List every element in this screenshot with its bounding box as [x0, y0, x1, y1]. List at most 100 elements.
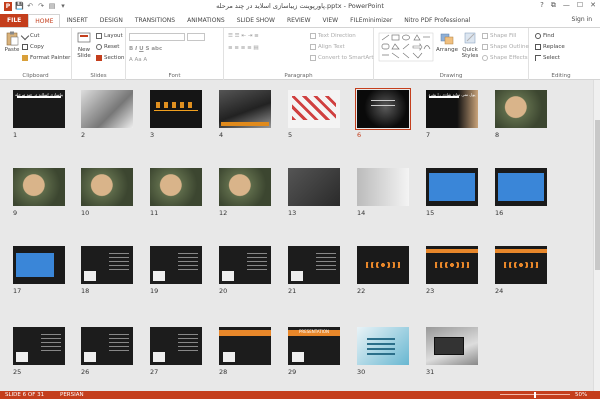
- maximize-icon[interactable]: ☐: [577, 1, 583, 10]
- shape-outline-button[interactable]: Shape Outline: [482, 43, 529, 51]
- layout-button[interactable]: Layout: [96, 32, 123, 40]
- new-slide-icon: [77, 32, 91, 43]
- slides-group-label: Slides: [90, 73, 107, 79]
- reset-button[interactable]: Reset: [96, 43, 119, 51]
- quick-styles-button[interactable]: Quick Styles: [460, 31, 480, 59]
- slide-thumbnail[interactable]: [219, 90, 271, 128]
- tab-view[interactable]: VIEW: [317, 14, 345, 27]
- slide-thumbnail[interactable]: [219, 246, 271, 284]
- font-size-combo[interactable]: [187, 33, 205, 41]
- replace-button[interactable]: Replace: [535, 43, 565, 51]
- select-button[interactable]: Select: [535, 54, 560, 62]
- slide-thumbnail[interactable]: [357, 246, 409, 284]
- slide-thumbnail[interactable]: [150, 168, 202, 206]
- bold-button[interactable]: B I U S abc: [129, 45, 162, 53]
- slide-thumbnail[interactable]: [13, 168, 65, 206]
- slide-number: 24: [495, 287, 504, 295]
- bullets-button[interactable]: ☰ ☰ ⇤ ⇥ ≡: [228, 32, 259, 40]
- tab-design[interactable]: DESIGN: [94, 14, 129, 27]
- slide-thumbnail[interactable]: زیباسازی اسلاید در چند مرحله: [13, 90, 65, 128]
- text-direction-button[interactable]: Text Direction: [310, 32, 356, 40]
- slide-thumbnail[interactable]: پول نمی تواند شادی را بخرد: [426, 90, 478, 128]
- slide-thumbnail[interactable]: [426, 246, 478, 284]
- slide-thumbnail[interactable]: [288, 246, 340, 284]
- slide-thumbnail[interactable]: [219, 327, 271, 365]
- tab-slide-show[interactable]: SLIDE SHOW: [231, 14, 281, 27]
- align-text-button[interactable]: Align Text: [310, 43, 345, 51]
- find-button[interactable]: Find: [535, 32, 554, 40]
- slide-title: پول نمی تواند شادی را بخرد: [428, 92, 476, 97]
- slide-thumbnail[interactable]: PRESENTATION: [288, 327, 340, 365]
- slide-number: 4: [219, 131, 224, 139]
- clipboard-group-label: Clipboard: [22, 73, 49, 79]
- slide-thumbnail[interactable]: [495, 90, 547, 128]
- slide-thumbnail[interactable]: [13, 327, 65, 365]
- slide-thumbnail[interactable]: [81, 90, 133, 128]
- window-controls: ? ⧉ — ☐ ✕: [540, 1, 596, 10]
- slide-number: 26: [81, 368, 90, 376]
- slide-number: 11: [150, 209, 159, 217]
- slide-thumbnail[interactable]: [495, 168, 547, 206]
- tab-file[interactable]: FILE: [0, 14, 29, 27]
- tab-transitions[interactable]: TRANSITIONS: [129, 14, 181, 27]
- ribbon-display-icon[interactable]: ⧉: [551, 1, 556, 10]
- help-icon[interactable]: ?: [540, 1, 544, 10]
- arrange-button[interactable]: Arrange: [436, 31, 458, 53]
- section-button[interactable]: Section: [96, 54, 124, 62]
- tab-animations[interactable]: ANIMATIONS: [181, 14, 231, 27]
- close-icon[interactable]: ✕: [590, 1, 596, 10]
- window-title: پاورپوینت زیباسازی اسلاید در چند مرحله.p…: [216, 2, 384, 10]
- format-painter-button[interactable]: Format Painter: [22, 54, 70, 62]
- shapes-gallery-icon[interactable]: [378, 32, 434, 62]
- sign-in-link[interactable]: Sign in: [572, 16, 592, 23]
- drawing-group-label: Drawing: [439, 73, 463, 79]
- slide-number: 15: [426, 209, 435, 217]
- slide-thumbnail[interactable]: [150, 246, 202, 284]
- clipboard-group: Paste Cut Copy Format Painter Clipboard: [0, 28, 72, 80]
- slide-counter: SLIDE 6 OF 31: [5, 392, 45, 398]
- slide-number: 18: [81, 287, 90, 295]
- language-indicator[interactable]: PERSIAN: [60, 391, 84, 399]
- tab-fileminimizer[interactable]: FILEminimizer: [344, 14, 398, 27]
- slide-thumbnail[interactable]: [426, 327, 478, 365]
- new-slide-button[interactable]: New Slide: [74, 31, 94, 59]
- convert-smartart-button[interactable]: Convert to SmartArt: [310, 54, 374, 62]
- shape-fill-button[interactable]: Shape Fill: [482, 32, 516, 40]
- slide-thumbnail[interactable]: [150, 327, 202, 365]
- slide-thumbnail[interactable]: [219, 168, 271, 206]
- tab-insert[interactable]: INSERT: [60, 14, 93, 27]
- tab-review[interactable]: REVIEW: [281, 14, 317, 27]
- copy-button[interactable]: Copy: [22, 43, 44, 51]
- arrange-icon: [440, 33, 454, 45]
- slide-thumbnail[interactable]: [495, 246, 547, 284]
- slide-thumbnail[interactable]: [81, 168, 133, 206]
- shape-effects-button[interactable]: Shape Effects: [482, 54, 528, 62]
- scrollbar-thumb[interactable]: [595, 120, 600, 270]
- ribbon-home: Paste Cut Copy Format Painter Clipboard …: [0, 27, 600, 80]
- tab-nitro-pdf[interactable]: Nitro PDF Professional: [398, 14, 476, 27]
- slide-thumbnail[interactable]: [81, 327, 133, 365]
- slide-thumbnail[interactable]: [357, 168, 409, 206]
- vertical-scrollbar[interactable]: [593, 80, 600, 391]
- slide-thumbnail[interactable]: [357, 327, 409, 365]
- slide-number: 13: [288, 209, 297, 217]
- effects-icon: [482, 54, 488, 61]
- minimize-icon[interactable]: —: [563, 1, 570, 10]
- font-color-button[interactable]: A Aa A: [129, 56, 147, 64]
- align-buttons[interactable]: ≡ ≡ ≡ ≡ ▤: [228, 44, 259, 52]
- zoom-level[interactable]: 50%: [575, 391, 587, 399]
- quick-styles-icon: [464, 32, 476, 44]
- slide-thumbnail[interactable]: [150, 90, 202, 128]
- slide-thumbnail[interactable]: [13, 246, 65, 284]
- slide-number: 5: [288, 131, 293, 139]
- font-name-combo[interactable]: [129, 33, 185, 41]
- slide-number: 2: [81, 131, 86, 139]
- slide-thumbnail[interactable]: [81, 246, 133, 284]
- tab-home[interactable]: HOME: [28, 14, 61, 27]
- slide-thumbnail[interactable]: [288, 90, 340, 128]
- cut-button[interactable]: Cut: [20, 31, 39, 40]
- paste-button[interactable]: Paste: [3, 31, 21, 53]
- slide-thumbnail[interactable]: [426, 168, 478, 206]
- slide-thumbnail[interactable]: [288, 168, 340, 206]
- zoom-slider-thumb[interactable]: [534, 392, 536, 398]
